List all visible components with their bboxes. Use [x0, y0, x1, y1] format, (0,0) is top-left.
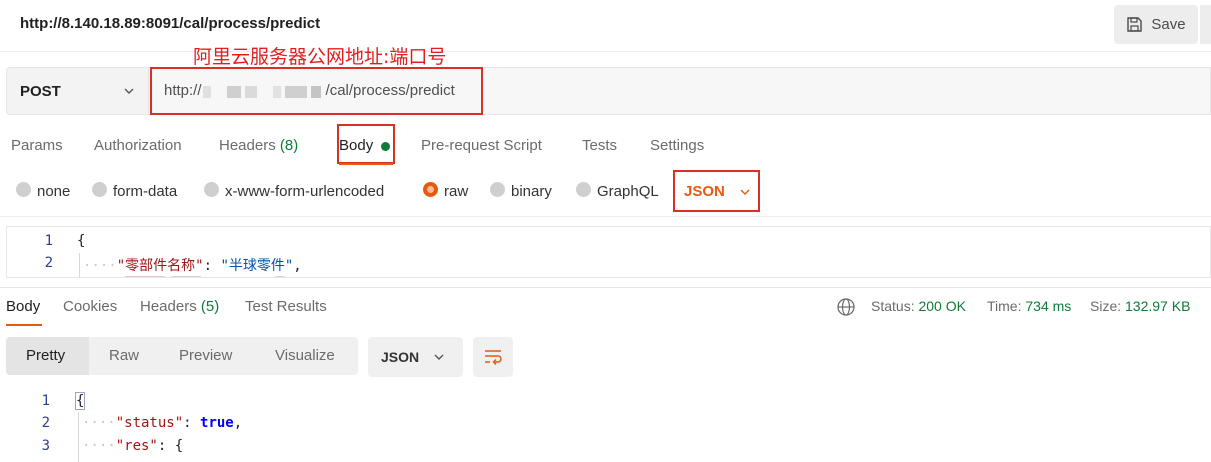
response-tab-headers[interactable]: Headers (5) [140, 298, 219, 315]
size-value: 132.97 KB [1125, 298, 1191, 314]
chevron-down-icon [740, 189, 750, 195]
active-tab-underline [339, 163, 393, 165]
radio-form-data[interactable] [92, 182, 107, 197]
code-line: ····"status": true, [82, 415, 243, 431]
json-value: "半球零件" [220, 258, 294, 274]
json-separator: : [157, 438, 175, 454]
tab-headers-label: Headers [219, 137, 276, 154]
tab-headers-count: (8) [279, 137, 299, 154]
json-key: "零部件名称" [116, 258, 204, 274]
response-tab-test-results[interactable]: Test Results [245, 298, 327, 315]
response-tab-headers-label: Headers [140, 298, 197, 315]
response-tab-headers-count: (5) [200, 298, 220, 315]
truncated-line [115, 275, 315, 277]
annotation-text: 阿里云服务器公网地址:端口号 [193, 46, 447, 68]
status-value: 200 OK [918, 298, 966, 314]
wrap-lines-icon [485, 350, 502, 366]
active-tab-underline [6, 324, 42, 326]
indent-guide [79, 253, 80, 277]
json-value: true [200, 415, 234, 431]
response-status: Status: 200 OK [871, 298, 966, 314]
response-format-label: JSON [381, 349, 420, 365]
indent-guide [78, 412, 79, 462]
tab-tests[interactable]: Tests [582, 137, 617, 154]
divider [0, 216, 1211, 217]
time-value: 734 ms [1025, 298, 1072, 314]
json-separator: : [203, 258, 221, 274]
json-comma: , [293, 258, 302, 274]
radio-binary[interactable] [490, 182, 505, 197]
request-body-editor[interactable]: 1 2 { ····"零部件名称": "半球零件", [6, 226, 1211, 278]
line-number: 2 [44, 255, 53, 271]
radio-form-data-label[interactable]: form-data [113, 183, 177, 200]
chevron-down-icon [124, 88, 134, 94]
raw-format-label: JSON [684, 183, 725, 200]
radio-raw[interactable] [423, 182, 438, 197]
view-raw[interactable]: Raw [109, 347, 139, 364]
code-line: { [74, 392, 86, 410]
wrap-lines-button[interactable] [473, 337, 513, 377]
line-number: 1 [41, 393, 50, 409]
time-label: Time: [987, 298, 1022, 314]
json-comma: , [233, 415, 243, 431]
json-separator: : [183, 415, 201, 431]
view-visualize[interactable]: Visualize [275, 347, 335, 364]
radio-raw-label[interactable]: raw [444, 183, 468, 200]
method-label: POST [20, 82, 61, 100]
response-body-viewer[interactable]: 1 2 3 { ····"status": true, ····"res": { [0, 390, 1211, 462]
response-tab-body[interactable]: Body [6, 298, 40, 315]
chevron-down-icon [434, 354, 444, 360]
globe-icon[interactable] [836, 297, 856, 317]
tab-settings[interactable]: Settings [650, 137, 704, 154]
size-label: Size: [1090, 298, 1122, 314]
code-line: ····"res": { [82, 438, 184, 454]
radio-graphql-label[interactable]: GraphQL [597, 183, 659, 200]
response-size: Size: 132.97 KB [1090, 298, 1190, 314]
radio-urlencoded-label[interactable]: x-www-form-urlencoded [225, 183, 384, 200]
body-annotation-box [337, 124, 395, 164]
response-tab-cookies[interactable]: Cookies [63, 298, 117, 315]
line-number: 2 [41, 415, 50, 431]
save-button[interactable]: Save [1114, 5, 1198, 44]
radio-urlencoded[interactable] [204, 182, 219, 197]
code-line: { [77, 233, 86, 249]
response-time: Time: 734 ms [987, 298, 1071, 314]
code-line: ····"零部件名称": "半球零件", [83, 258, 302, 274]
view-preview[interactable]: Preview [179, 347, 232, 364]
save-more-button[interactable] [1200, 5, 1211, 44]
save-label: Save [1151, 16, 1186, 33]
line-number: 1 [44, 233, 53, 249]
tab-prerequest-script[interactable]: Pre-request Script [421, 137, 542, 154]
save-icon [1127, 17, 1143, 32]
view-pretty[interactable]: Pretty [26, 347, 65, 364]
tab-authorization[interactable]: Authorization [94, 137, 182, 154]
status-label: Status: [871, 298, 915, 314]
request-title[interactable]: http://8.140.18.89:8091/cal/process/pred… [20, 15, 320, 32]
json-key: "status" [115, 415, 184, 431]
radio-none[interactable] [16, 182, 31, 197]
url-annotation-box [150, 67, 483, 115]
divider [0, 287, 1211, 288]
radio-none-label[interactable]: none [37, 183, 70, 200]
radio-binary-label[interactable]: binary [511, 183, 552, 200]
line-number: 3 [41, 438, 50, 454]
json-value: { [174, 438, 184, 454]
json-key: "res" [115, 438, 158, 454]
tab-params[interactable]: Params [11, 137, 63, 154]
tab-headers[interactable]: Headers (8) [219, 137, 298, 154]
radio-graphql[interactable] [576, 182, 591, 197]
